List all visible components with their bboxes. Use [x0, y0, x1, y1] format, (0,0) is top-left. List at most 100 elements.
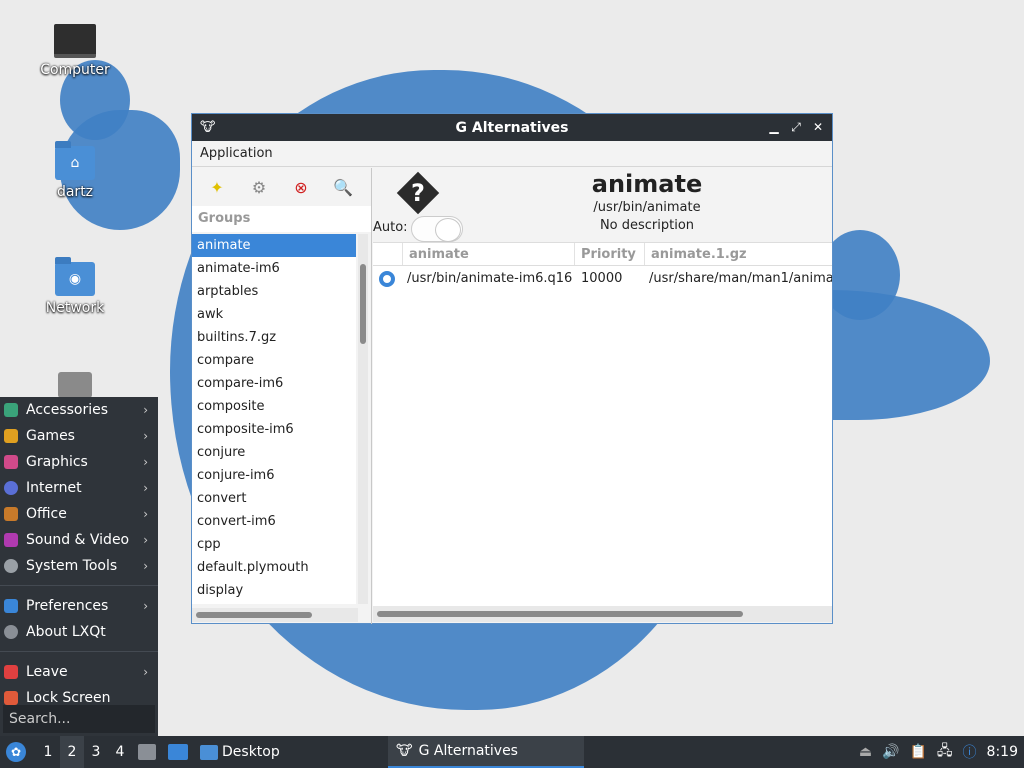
workspace-2[interactable]: 2	[60, 736, 84, 768]
column-header[interactable]: Priority	[575, 243, 645, 265]
groups-vertical-scrollbar[interactable]	[358, 234, 368, 604]
show-desktop-launcher[interactable]	[162, 736, 194, 768]
group-item[interactable]: conjure-im6	[192, 464, 356, 487]
groups-horizontal-scrollbar[interactable]	[192, 608, 358, 622]
start-menu-button[interactable]: ✿	[6, 742, 26, 762]
network-folder-icon: ◉	[55, 257, 95, 296]
group-item[interactable]: compare	[192, 349, 356, 372]
auto-toggle[interactable]	[411, 216, 463, 242]
lock-icon	[4, 691, 18, 705]
group-item[interactable]: default.plymouth	[192, 556, 356, 579]
desktop-icon-label: dartz	[56, 184, 94, 200]
group-item[interactable]: convert	[192, 487, 356, 510]
app-icon: 🐮	[396, 743, 413, 759]
alternative-name: animate	[591, 170, 703, 198]
workspace-4[interactable]: 4	[108, 736, 132, 768]
menu-item-preferences[interactable]: Preferences ›	[0, 593, 158, 619]
eject-icon[interactable]: ⏏	[859, 744, 872, 760]
taskbar: ✿ 1 2 3 4 Desktop 🐮 G Alternatives ⏏ 🔊 📋…	[0, 736, 1024, 768]
group-item[interactable]: conjure	[192, 441, 356, 464]
properties-icon[interactable]: ⚙	[248, 176, 270, 198]
network-icon[interactable]: 🖧	[937, 740, 953, 764]
alternatives-table: animate Priority animate.1.gz /usr/bin/a…	[373, 242, 832, 606]
menu-item-label: Lock Screen	[26, 690, 111, 706]
notification-icon[interactable]: ⓘ	[963, 742, 977, 762]
column-header[interactable]: animate.1.gz	[645, 243, 832, 265]
minimize-icon[interactable]: ▁	[766, 118, 782, 136]
desktop-button-label: Desktop	[222, 744, 280, 760]
menu-item-internet[interactable]: Internet ›	[0, 475, 158, 501]
group-item[interactable]: cpp	[192, 533, 356, 556]
question-icon: ?	[396, 171, 440, 215]
menu-separator	[0, 645, 158, 652]
file-manager-icon	[138, 744, 156, 760]
desktop-icon-dartz[interactable]: ⌂ dartz	[30, 141, 120, 200]
menu-item-leave[interactable]: Leave ›	[0, 659, 158, 685]
selected-radio[interactable]	[379, 270, 395, 287]
auto-label: Auto:	[373, 220, 408, 235]
clock[interactable]: 8:19	[987, 744, 1018, 760]
menu-item-about-lxqt[interactable]: About LXQt	[0, 619, 158, 645]
group-item[interactable]: convert-im6	[192, 510, 356, 533]
task-label: G Alternatives	[418, 743, 518, 759]
menu-search-input[interactable]: Search...	[3, 705, 155, 733]
menu-item-label: Leave	[26, 664, 68, 680]
group-item[interactable]: builtins.7.gz	[192, 326, 356, 349]
desktop-icon-network[interactable]: ◉ Network	[30, 257, 120, 316]
group-item[interactable]: composite-im6	[192, 418, 356, 441]
menu-item-graphics[interactable]: Graphics ›	[0, 449, 158, 475]
menu-item-label: Graphics	[26, 454, 88, 470]
group-item[interactable]: awk	[192, 303, 356, 326]
desktop-icon-label: Network	[45, 300, 105, 316]
system-tools-icon	[4, 559, 18, 573]
chevron-right-icon: ›	[143, 665, 148, 679]
column-header[interactable]: animate	[403, 243, 575, 265]
galternatives-window: 🐮 G Alternatives ▁ ⤢ ✕ Application ✦ ⚙ ⊗…	[191, 113, 833, 624]
table-row[interactable]: /usr/bin/animate-im6.q16 10000 /usr/shar…	[373, 266, 832, 291]
menu-item-accessories[interactable]: Accessories ›	[0, 397, 158, 423]
group-item[interactable]: animate	[192, 234, 356, 257]
menu-application[interactable]: Application	[200, 146, 273, 161]
table-header: animate Priority animate.1.gz	[373, 242, 832, 266]
delete-icon[interactable]: ⊗	[290, 176, 312, 198]
workspace-1[interactable]: 1	[36, 736, 60, 768]
info-icon	[4, 625, 18, 639]
group-item[interactable]: animate-im6	[192, 257, 356, 280]
group-item[interactable]: display	[192, 579, 356, 602]
chevron-right-icon: ›	[143, 455, 148, 469]
groups-list: animate animate-im6 arptables awk builti…	[192, 234, 356, 604]
search-icon[interactable]: 🔍	[332, 176, 354, 198]
file-manager-launcher[interactable]	[132, 736, 162, 768]
chevron-right-icon: ›	[143, 599, 148, 613]
group-item[interactable]: compare-im6	[192, 372, 356, 395]
menu-item-sound-video[interactable]: Sound & Video ›	[0, 527, 158, 553]
groups-pane: ✦ ⚙ ⊗ 🔍 Groups animate animate-im6 arpta…	[192, 168, 372, 624]
new-icon[interactable]: ✦	[206, 176, 228, 198]
folder-icon	[200, 744, 218, 760]
groups-header: Groups	[192, 206, 371, 232]
chevron-right-icon: ›	[143, 429, 148, 443]
volume-icon[interactable]: 🔊	[882, 744, 899, 760]
workspace-3[interactable]: 3	[84, 736, 108, 768]
chevron-right-icon: ›	[143, 403, 148, 417]
clipboard-icon[interactable]: 📋	[909, 744, 926, 760]
select-column-header[interactable]	[373, 243, 403, 265]
desktop-button[interactable]: Desktop	[194, 736, 286, 768]
menu-separator	[0, 579, 158, 586]
maximize-icon[interactable]: ⤢	[788, 118, 804, 136]
taskbar-task-galternatives[interactable]: 🐮 G Alternatives	[388, 736, 584, 768]
groups-toolbar: ✦ ⚙ ⊗ 🔍	[192, 168, 371, 206]
menu-item-system-tools[interactable]: System Tools ›	[0, 553, 158, 579]
start-menu: Accessories › Games › Graphics › Internet › …	[0, 397, 158, 736]
menu-item-label: Sound & Video	[26, 532, 130, 548]
menu-item-office[interactable]: Office ›	[0, 501, 158, 527]
group-item[interactable]: composite	[192, 395, 356, 418]
menu-item-games[interactable]: Games ›	[0, 423, 158, 449]
window-titlebar[interactable]: 🐮 G Alternatives ▁ ⤢ ✕	[192, 114, 832, 141]
alternative-path-cell: /usr/bin/animate-im6.q16	[407, 271, 573, 286]
table-horizontal-scrollbar[interactable]	[373, 606, 832, 622]
desktop-icon-computer[interactable]: Computer	[30, 24, 120, 78]
system-tray: ⏏ 🔊 📋 🖧 ⓘ 8:19	[859, 736, 1024, 768]
group-item[interactable]: arptables	[192, 280, 356, 303]
close-icon[interactable]: ✕	[810, 118, 826, 136]
